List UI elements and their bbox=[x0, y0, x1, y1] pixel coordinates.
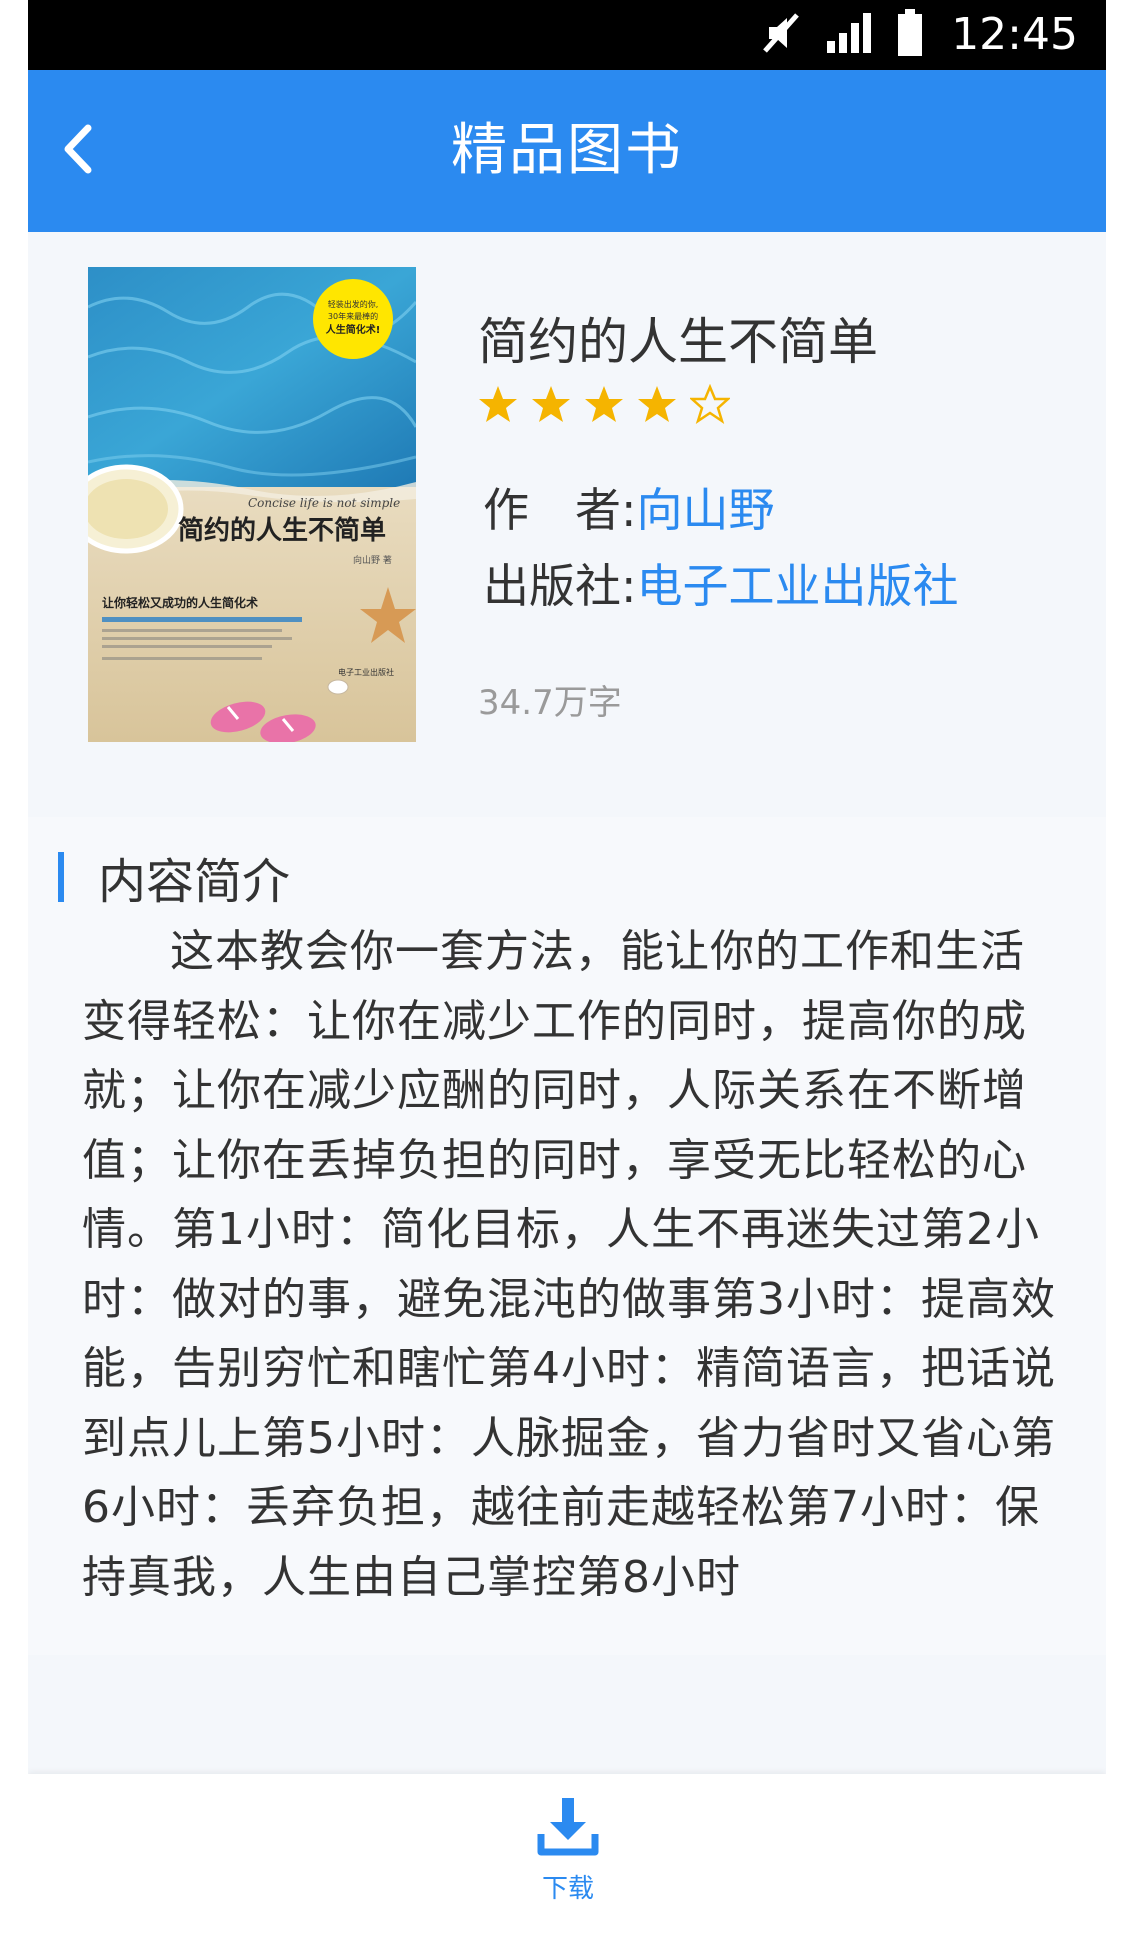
svg-text:30年来最棒的: 30年来最棒的 bbox=[328, 311, 378, 321]
section-accent-bar bbox=[58, 852, 64, 902]
status-bar: 12:45 bbox=[28, 0, 1106, 70]
star-filled-icon bbox=[532, 386, 570, 422]
book-info-card: 轻装出发的你, 30年来最棒的 人生简化术! Concise life is n… bbox=[28, 232, 1106, 787]
star-filled-icon bbox=[638, 386, 676, 422]
publisher-label: 出版社: bbox=[483, 559, 637, 613]
download-icon bbox=[535, 1794, 601, 1864]
app-bar: 精品图书 bbox=[28, 70, 1106, 232]
svg-text:向山野 著: 向山野 著 bbox=[353, 554, 392, 566]
publisher-link[interactable]: 电子工业出版社 bbox=[637, 559, 959, 613]
book-cover-image: 轻装出发的你, 30年来最棒的 人生简化术! Concise life is n… bbox=[88, 267, 416, 742]
signal-icon bbox=[825, 11, 875, 59]
svg-text:Concise life is not simple: Concise life is not simple bbox=[248, 496, 400, 510]
intro-heading-text: 内容简介 bbox=[98, 854, 291, 910]
status-time: 12:45 bbox=[951, 9, 1078, 60]
svg-text:轻装出发的你,: 轻装出发的你, bbox=[328, 299, 379, 309]
download-label: 下载 bbox=[541, 1874, 594, 1904]
book-title: 简约的人生不简单 bbox=[478, 313, 878, 371]
intro-section: 内容简介 这本教会你一套方法，能让你的工作和生活变得轻松：让你在减少工作的同时，… bbox=[28, 817, 1106, 1655]
battery-icon bbox=[897, 9, 923, 61]
author-row: 作 者:向山野 bbox=[483, 474, 775, 540]
intro-body-text: 这本教会你一套方法，能让你的工作和生活变得轻松：让你在减少工作的同时，提高你的成… bbox=[82, 926, 1056, 1603]
bottom-action-bar: 下载 bbox=[28, 1774, 1106, 1941]
svg-text:电子工业出版社: 电子工业出版社 bbox=[338, 667, 394, 677]
svg-text:人生简化术!: 人生简化术! bbox=[326, 323, 381, 336]
download-button[interactable]: 下载 bbox=[508, 1794, 628, 1924]
intro-heading: 内容简介 bbox=[58, 849, 290, 910]
star-empty-icon bbox=[690, 384, 730, 424]
svg-text:简约的人生不简单: 简约的人生不简单 bbox=[178, 515, 386, 546]
publisher-row: 出版社:电子工业出版社 bbox=[483, 550, 959, 616]
svg-text:让你轻松又成功的人生简化术: 让你轻松又成功的人生简化术 bbox=[102, 595, 258, 610]
star-filled-icon bbox=[585, 386, 623, 422]
author-label: 作 者: bbox=[483, 483, 637, 537]
mute-icon bbox=[759, 11, 803, 59]
page-title: 精品图书 bbox=[451, 118, 683, 183]
status-icons: 12:45 bbox=[759, 0, 1078, 70]
author-link[interactable]: 向山野 bbox=[637, 483, 775, 537]
word-count: 34.7万字 bbox=[478, 683, 622, 723]
rating-stars bbox=[478, 384, 730, 424]
star-filled-icon bbox=[479, 386, 517, 422]
book-detail-screen: 12:45 精品图书 轻装出发的你, 30年来最棒的 人生简化术! Concis… bbox=[28, 0, 1106, 1941]
